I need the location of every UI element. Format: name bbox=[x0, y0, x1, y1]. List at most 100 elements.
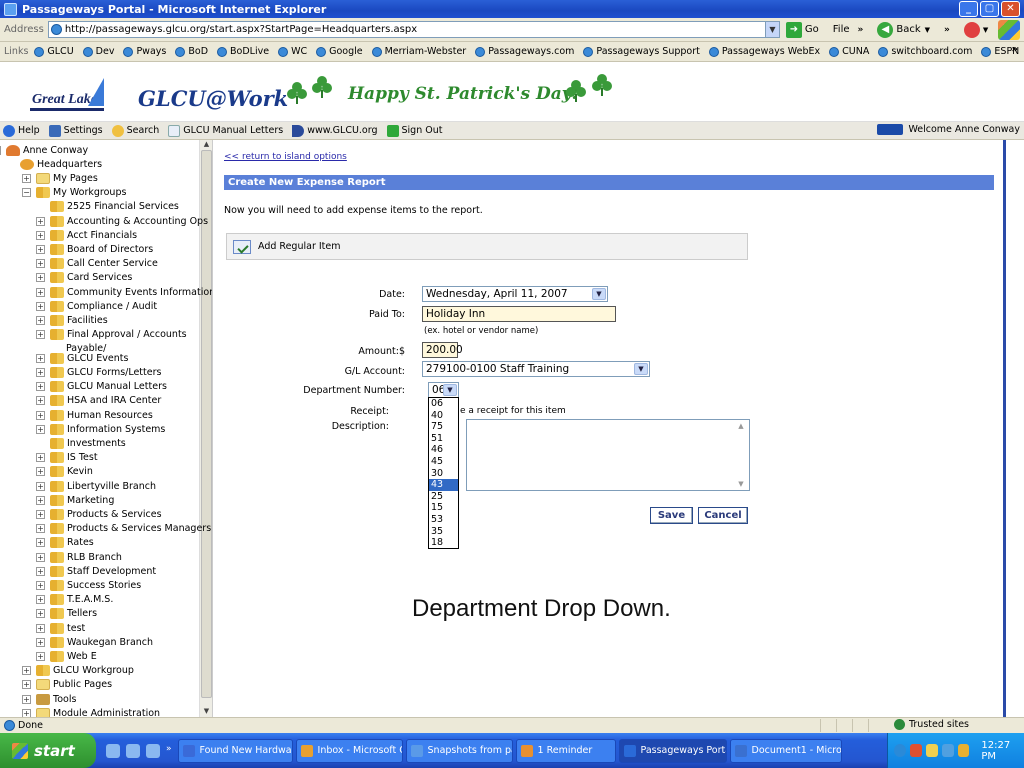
textarea-scrollbar[interactable]: ▲ ▼ bbox=[735, 422, 747, 488]
tree-item[interactable]: + Public Pages bbox=[22, 678, 112, 692]
description-textarea[interactable]: ▲ ▼ bbox=[466, 419, 750, 491]
expand-icon[interactable]: + bbox=[36, 623, 45, 633]
taskbar-button[interactable]: 1 Reminder bbox=[515, 738, 616, 763]
quick-launch-icon[interactable] bbox=[146, 743, 160, 758]
department-option[interactable]: 40 bbox=[429, 410, 458, 422]
toolbar-chevron[interactable]: » bbox=[858, 25, 864, 35]
department-option[interactable]: 06 bbox=[429, 398, 458, 410]
scroll-down-icon[interactable]: ▼ bbox=[735, 480, 747, 488]
links-more-chevron[interactable]: » bbox=[1012, 44, 1018, 55]
expand-icon[interactable]: + bbox=[36, 595, 45, 605]
expand-icon[interactable]: + bbox=[36, 244, 45, 254]
scroll-down-icon[interactable]: ▼ bbox=[201, 707, 212, 717]
expand-icon[interactable]: + bbox=[36, 552, 45, 562]
maximize-button[interactable]: ▢ bbox=[980, 1, 999, 17]
expand-icon[interactable]: + bbox=[36, 368, 45, 377]
favorites-link[interactable]: GLCU bbox=[34, 46, 74, 57]
tree-item[interactable]: − My Workgroups bbox=[22, 186, 126, 200]
sign-out-link[interactable]: Sign Out bbox=[386, 124, 442, 137]
manual-letters-link[interactable]: GLCU Manual Letters bbox=[168, 124, 283, 137]
minimize-button[interactable]: _ bbox=[959, 1, 978, 17]
glcu-org-link[interactable]: www.GLCU.org bbox=[292, 124, 378, 137]
tree-item[interactable]: + T.E.A.M.S. bbox=[36, 593, 113, 607]
expand-icon[interactable]: + bbox=[36, 609, 45, 619]
tray-icon[interactable] bbox=[925, 744, 938, 757]
department-option[interactable]: 45 bbox=[429, 456, 458, 468]
quick-launch-more[interactable]: » bbox=[166, 744, 172, 758]
taskbar-button[interactable]: Inbox - Microsoft O... bbox=[295, 738, 403, 763]
expand-icon[interactable]: + bbox=[36, 382, 45, 392]
close-button[interactable]: ✕ bbox=[1001, 1, 1020, 17]
tree-item[interactable]: + Acct Financials bbox=[36, 228, 137, 242]
help-link[interactable]: Help bbox=[3, 124, 40, 137]
favorites-link[interactable]: Passageways.com bbox=[475, 46, 574, 57]
tree-item[interactable]: Investments bbox=[50, 437, 126, 451]
address-input[interactable]: http://passageways.glcu.org/start.aspx?S… bbox=[47, 21, 780, 38]
tray-icon[interactable] bbox=[909, 744, 922, 757]
tree-item[interactable]: + HSA and IRA Center bbox=[36, 394, 161, 408]
favorites-link[interactable]: Passageways WebEx bbox=[708, 46, 820, 57]
tree-item[interactable]: + RLB Branch bbox=[36, 550, 122, 564]
go-button[interactable]: ➜ Go bbox=[785, 21, 819, 38]
amount-input[interactable]: 200.00 bbox=[422, 342, 463, 358]
tree-item[interactable]: + Staff Development bbox=[36, 564, 156, 578]
tray-icon[interactable] bbox=[941, 744, 954, 757]
favorites-link[interactable]: Pways bbox=[123, 46, 166, 57]
tree-item[interactable]: + My Pages bbox=[22, 171, 98, 185]
tree-item[interactable]: + Module Administration bbox=[22, 706, 160, 717]
expand-icon[interactable]: + bbox=[36, 637, 45, 647]
expand-icon[interactable]: + bbox=[36, 424, 45, 434]
tree-item[interactable]: + Tellers bbox=[36, 607, 97, 621]
date-select[interactable]: Wednesday, April 11, 2007 ▼ bbox=[422, 286, 608, 302]
taskbar-button[interactable]: Found New Hardwa... bbox=[177, 738, 293, 763]
expand-icon[interactable]: + bbox=[36, 353, 45, 363]
file-menu[interactable]: File » bbox=[833, 24, 864, 35]
security-zone[interactable]: Trusted sites bbox=[893, 719, 969, 730]
department-option[interactable]: 35 bbox=[429, 526, 458, 538]
tray-icon[interactable] bbox=[894, 744, 906, 757]
tree-item[interactable]: + Information Systems bbox=[36, 422, 165, 436]
department-dropdown-list[interactable]: 06 40 75 51 46 45 30 43 25 15 53 35 18 bbox=[428, 397, 459, 549]
expand-icon[interactable]: + bbox=[36, 410, 45, 420]
favorites-link[interactable]: Passageways Support bbox=[583, 46, 700, 57]
expand-icon[interactable]: + bbox=[22, 173, 31, 183]
tree-item[interactable]: + Web E bbox=[36, 650, 97, 664]
department-option[interactable]: 46 bbox=[429, 444, 458, 456]
tree-item[interactable]: + Human Resources bbox=[36, 408, 153, 422]
return-to-island-link[interactable]: << return to island options bbox=[224, 152, 347, 162]
expand-icon[interactable]: + bbox=[22, 680, 31, 690]
tree-item[interactable]: + GLCU Workgroup bbox=[22, 664, 134, 678]
expand-icon[interactable]: + bbox=[36, 652, 45, 661]
tree-item[interactable]: + Rates bbox=[36, 536, 94, 550]
tree-item[interactable]: − Anne Conway bbox=[0, 143, 88, 157]
collapse-icon[interactable]: − bbox=[22, 188, 31, 198]
tree-item[interactable]: + Facilities bbox=[36, 313, 108, 327]
start-button[interactable]: start bbox=[0, 733, 96, 768]
receipt-checkbox-text[interactable]: e a receipt for this item bbox=[460, 406, 566, 416]
expand-icon[interactable]: + bbox=[36, 273, 45, 283]
tree-item[interactable]: + GLCU Manual Letters bbox=[36, 380, 167, 394]
quick-launch-icon[interactable] bbox=[106, 743, 120, 758]
expand-icon[interactable]: + bbox=[36, 566, 45, 576]
expand-icon[interactable]: + bbox=[36, 315, 45, 325]
tree-item[interactable]: + Products & Services bbox=[36, 508, 162, 522]
add-regular-item-button[interactable]: Add Regular Item bbox=[226, 233, 748, 260]
tree-item[interactable]: + Final Approval / Accounts bbox=[36, 328, 187, 342]
tray-icon[interactable] bbox=[957, 744, 970, 757]
save-button[interactable]: Save bbox=[650, 507, 693, 524]
quick-launch-icon[interactable] bbox=[126, 743, 140, 758]
back-dropdown-icon[interactable]: ▼ bbox=[925, 26, 930, 34]
expand-icon[interactable]: + bbox=[36, 287, 45, 297]
expand-icon[interactable]: + bbox=[36, 330, 45, 340]
tree-item[interactable]: + Kevin bbox=[36, 465, 93, 479]
expand-icon[interactable]: + bbox=[22, 666, 31, 676]
tree-item[interactable]: + test bbox=[36, 621, 85, 635]
tools-button[interactable]: ▼ bbox=[963, 21, 988, 38]
department-option[interactable]: 30 bbox=[429, 468, 458, 480]
tree-item[interactable]: + Board of Directors bbox=[36, 242, 153, 256]
expand-icon[interactable]: + bbox=[36, 495, 45, 505]
expand-icon[interactable]: + bbox=[22, 694, 31, 704]
taskbar-button[interactable]: Snapshots from pas... bbox=[405, 738, 513, 763]
expand-icon[interactable]: + bbox=[22, 708, 31, 717]
expand-icon[interactable]: + bbox=[36, 481, 45, 491]
